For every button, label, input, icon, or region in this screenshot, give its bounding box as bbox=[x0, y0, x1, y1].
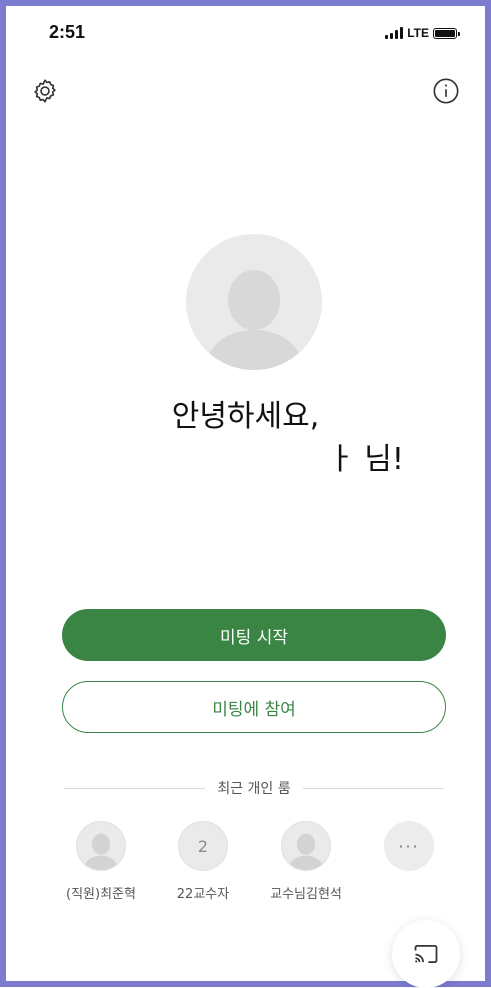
divider bbox=[64, 787, 206, 789]
app-screen: 2:51 LTE 안녕하세요, ㅏ 님! 미팅 시작 미팅에 참여 최근 개인 … bbox=[0, 0, 491, 988]
cast-icon bbox=[414, 944, 438, 964]
recent-room-item[interactable]: (직원)최준혁 bbox=[46, 821, 156, 902]
join-meeting-button[interactable]: 미팅에 참여 bbox=[62, 681, 446, 733]
greeting-line-1: 안녕하세요, bbox=[171, 399, 320, 434]
gear-icon bbox=[34, 79, 56, 103]
more-dots: ··· bbox=[398, 836, 420, 856]
room-avatar bbox=[281, 821, 331, 871]
more-icon: ··· bbox=[384, 821, 434, 871]
info-button[interactable] bbox=[431, 76, 461, 106]
recent-room-item[interactable]: 교수님김현석 bbox=[251, 821, 361, 902]
more-rooms-button[interactable]: ··· bbox=[354, 821, 464, 871]
room-initial: 2 bbox=[197, 836, 209, 856]
recent-room-item[interactable]: 2 22교수자 bbox=[148, 821, 258, 902]
status-time: 2:51 bbox=[49, 22, 86, 42]
info-icon bbox=[433, 78, 459, 104]
divider bbox=[302, 787, 444, 789]
room-name: 교수님김현석 bbox=[270, 887, 342, 902]
status-indicators: LTE bbox=[385, 26, 460, 40]
room-avatar: 2 bbox=[178, 821, 228, 871]
greeting-line-2: ㅏ 님! bbox=[327, 442, 404, 477]
status-bar: 2:51 LTE bbox=[6, 6, 485, 50]
room-avatar bbox=[76, 821, 126, 871]
profile-avatar[interactable] bbox=[186, 234, 322, 370]
cast-button[interactable] bbox=[392, 920, 460, 988]
person-avatar-icon bbox=[287, 833, 325, 870]
recent-rooms-header: 최근 개인 룸 bbox=[64, 778, 444, 798]
recent-rooms-title: 최근 개인 룸 bbox=[217, 781, 291, 797]
battery-icon bbox=[433, 27, 460, 39]
room-name: 22교수자 bbox=[176, 887, 230, 902]
person-avatar-icon bbox=[82, 833, 120, 870]
network-type: LTE bbox=[407, 26, 429, 40]
person-avatar-icon bbox=[204, 270, 304, 370]
signal-icon bbox=[385, 27, 404, 39]
room-name: (직원)최준혁 bbox=[66, 887, 136, 902]
settings-button[interactable] bbox=[30, 76, 60, 106]
start-meeting-button[interactable]: 미팅 시작 bbox=[62, 609, 446, 661]
